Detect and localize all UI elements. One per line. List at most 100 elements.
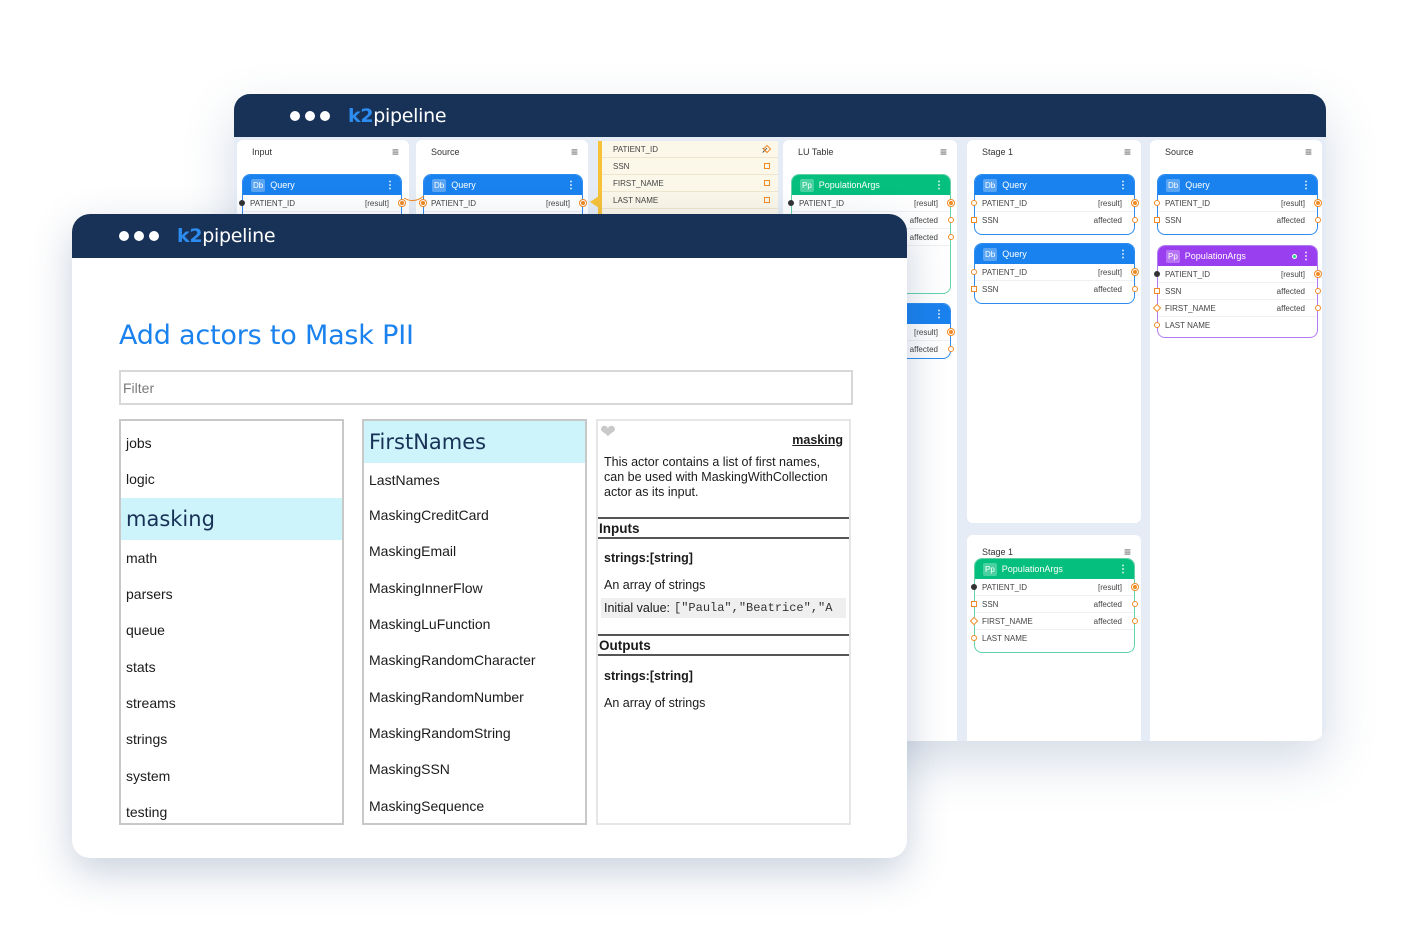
stage-menu-icon[interactable]: ≡ bbox=[1124, 546, 1131, 558]
kebab-menu-icon[interactable]: ⋮ bbox=[1118, 180, 1128, 191]
input-port[interactable] bbox=[1154, 217, 1160, 223]
stage-title: Source bbox=[431, 147, 460, 157]
heart-icon[interactable]: ❤ bbox=[600, 423, 616, 442]
actor-item[interactable]: MaskingSequence bbox=[364, 787, 585, 823]
input-port[interactable] bbox=[788, 200, 794, 206]
actor-item[interactable]: MaskingEmail bbox=[364, 533, 585, 569]
output-port[interactable] bbox=[1132, 269, 1138, 275]
db-icon: Db bbox=[983, 247, 998, 261]
output-port[interactable] bbox=[1132, 217, 1138, 223]
actor-item[interactable]: MaskingRandomCharacter bbox=[364, 642, 585, 678]
input-port[interactable] bbox=[971, 217, 977, 223]
stage-menu-icon[interactable]: ≡ bbox=[1124, 146, 1131, 158]
output-port[interactable] bbox=[948, 346, 954, 352]
input-port[interactable] bbox=[1154, 322, 1160, 328]
inspector-field[interactable]: LAST NAME bbox=[602, 192, 778, 209]
port-row: PATIENT_ID[result] bbox=[1154, 195, 1321, 212]
kebab-menu-icon[interactable]: ⋮ bbox=[1118, 249, 1128, 260]
port-row: SSNaffected bbox=[1154, 212, 1321, 229]
output-port[interactable] bbox=[1315, 217, 1321, 223]
actor-item[interactable]: LastNames bbox=[364, 463, 585, 497]
kebab-menu-icon[interactable]: ⋮ bbox=[934, 180, 944, 191]
category-item[interactable]: stats bbox=[121, 648, 342, 684]
stage-menu-icon[interactable]: ≡ bbox=[392, 146, 399, 158]
category-item[interactable]: streams bbox=[121, 685, 342, 721]
input-port[interactable] bbox=[971, 200, 977, 206]
inspector-field[interactable]: SSN bbox=[602, 158, 778, 175]
category-item[interactable]: queue bbox=[121, 612, 342, 648]
category-item[interactable]: jobs bbox=[121, 425, 342, 461]
output-port[interactable] bbox=[1132, 601, 1138, 607]
inspector-field[interactable]: FIRST_NAME bbox=[602, 175, 778, 192]
actor-item[interactable]: MaskingCreditCard bbox=[364, 497, 585, 533]
port-row: PATIENT_ID[result] bbox=[971, 264, 1138, 281]
category-item[interactable]: math bbox=[121, 540, 342, 576]
actor-item-selected[interactable]: FirstNames bbox=[364, 421, 585, 463]
category-item-selected[interactable]: masking bbox=[121, 497, 342, 540]
port-row: SSNaffected bbox=[971, 212, 1138, 229]
stage-menu-icon[interactable]: ≡ bbox=[571, 146, 578, 158]
category-link[interactable]: masking bbox=[792, 433, 843, 447]
kebab-menu-icon[interactable]: ⋮ bbox=[385, 180, 395, 191]
input-port[interactable] bbox=[1154, 200, 1160, 206]
kebab-menu-icon[interactable]: ⋮ bbox=[566, 180, 576, 191]
output-port[interactable] bbox=[1132, 286, 1138, 292]
actor-card[interactable]: Db Query ⋮ PATIENT_ID[result] SSNaffected bbox=[971, 243, 1138, 304]
input-port[interactable] bbox=[239, 200, 245, 206]
window-menu-dots-icon[interactable] bbox=[119, 231, 159, 241]
inspector-pointer bbox=[590, 196, 599, 208]
stage-menu-icon[interactable]: ≡ bbox=[940, 146, 947, 158]
input-port[interactable] bbox=[1154, 288, 1160, 294]
input-port[interactable] bbox=[1152, 303, 1162, 313]
actor-card[interactable]: Pp PopulationArgs ⋮ PATIENT_ID[result] SSN… bbox=[1152, 245, 1321, 338]
category-item[interactable]: parsers bbox=[121, 576, 342, 612]
window-menu-dots-icon[interactable] bbox=[290, 110, 330, 121]
output-port[interactable] bbox=[948, 329, 954, 335]
output-port[interactable] bbox=[1315, 305, 1321, 311]
inspector-field[interactable]: PATIENT_ID bbox=[602, 141, 778, 158]
kebab-menu-icon[interactable]: ⋮ bbox=[934, 309, 944, 320]
input-port[interactable] bbox=[971, 601, 977, 607]
output-port[interactable] bbox=[580, 200, 586, 206]
stage-menu-icon[interactable]: ≡ bbox=[1305, 146, 1312, 158]
output-port[interactable] bbox=[948, 234, 954, 240]
title-bar: k2pipeline bbox=[234, 94, 1326, 137]
port-row: PATIENT_ID[result] bbox=[971, 579, 1138, 596]
output-port[interactable] bbox=[948, 200, 954, 206]
input-port[interactable] bbox=[971, 584, 977, 590]
output-port[interactable] bbox=[1315, 200, 1321, 206]
output-port[interactable] bbox=[1315, 271, 1321, 277]
actor-card[interactable]: Db Query ⋮ PATIENT_ID[result] SSNaffected bbox=[971, 174, 1138, 235]
input-port[interactable] bbox=[971, 635, 977, 641]
input-port[interactable] bbox=[1154, 271, 1160, 277]
output-port[interactable] bbox=[1132, 200, 1138, 206]
actor-item[interactable]: MaskingSSN bbox=[364, 751, 585, 787]
input-port[interactable] bbox=[969, 616, 979, 626]
stage-title: Input bbox=[252, 147, 273, 157]
output-port[interactable] bbox=[948, 217, 954, 223]
input-port[interactable] bbox=[971, 269, 977, 275]
actor-item[interactable]: MaskingInnerFlow bbox=[364, 570, 585, 606]
outputs-heading: Outputs bbox=[598, 634, 849, 656]
actor-item[interactable]: MaskingRandomNumber bbox=[364, 678, 585, 714]
category-item[interactable]: logic bbox=[121, 461, 342, 497]
category-item[interactable]: strings bbox=[121, 721, 342, 757]
category-item[interactable]: system bbox=[121, 757, 342, 793]
output-port[interactable] bbox=[1132, 618, 1138, 624]
actor-item[interactable]: MaskingRandomString bbox=[364, 715, 585, 751]
filter-input[interactable] bbox=[119, 370, 853, 405]
inputs-heading: Inputs bbox=[598, 517, 849, 539]
port-row: SSNaffected bbox=[1154, 283, 1321, 300]
kebab-menu-icon[interactable]: ⋮ bbox=[1118, 564, 1128, 575]
category-item[interactable]: testing bbox=[121, 794, 342, 823]
output-port[interactable] bbox=[1315, 288, 1321, 294]
kebab-menu-icon[interactable]: ⋮ bbox=[1301, 180, 1311, 191]
kebab-menu-icon[interactable]: ⋮ bbox=[1301, 251, 1311, 262]
input-port[interactable] bbox=[971, 286, 977, 292]
output-port[interactable] bbox=[1132, 584, 1138, 590]
actor-card[interactable]: Db Query ⋮ PATIENT_ID[result] SSNaffected bbox=[1154, 174, 1321, 235]
page-title: Add actors to Mask PII bbox=[119, 320, 414, 351]
actor-card[interactable]: Pp PopulationArgs ⋮ PATIENT_ID[result] SSN… bbox=[969, 558, 1138, 653]
actor-item[interactable]: MaskingLuFunction bbox=[364, 606, 585, 642]
actor-description: This actor contains a list of first name… bbox=[604, 455, 828, 499]
